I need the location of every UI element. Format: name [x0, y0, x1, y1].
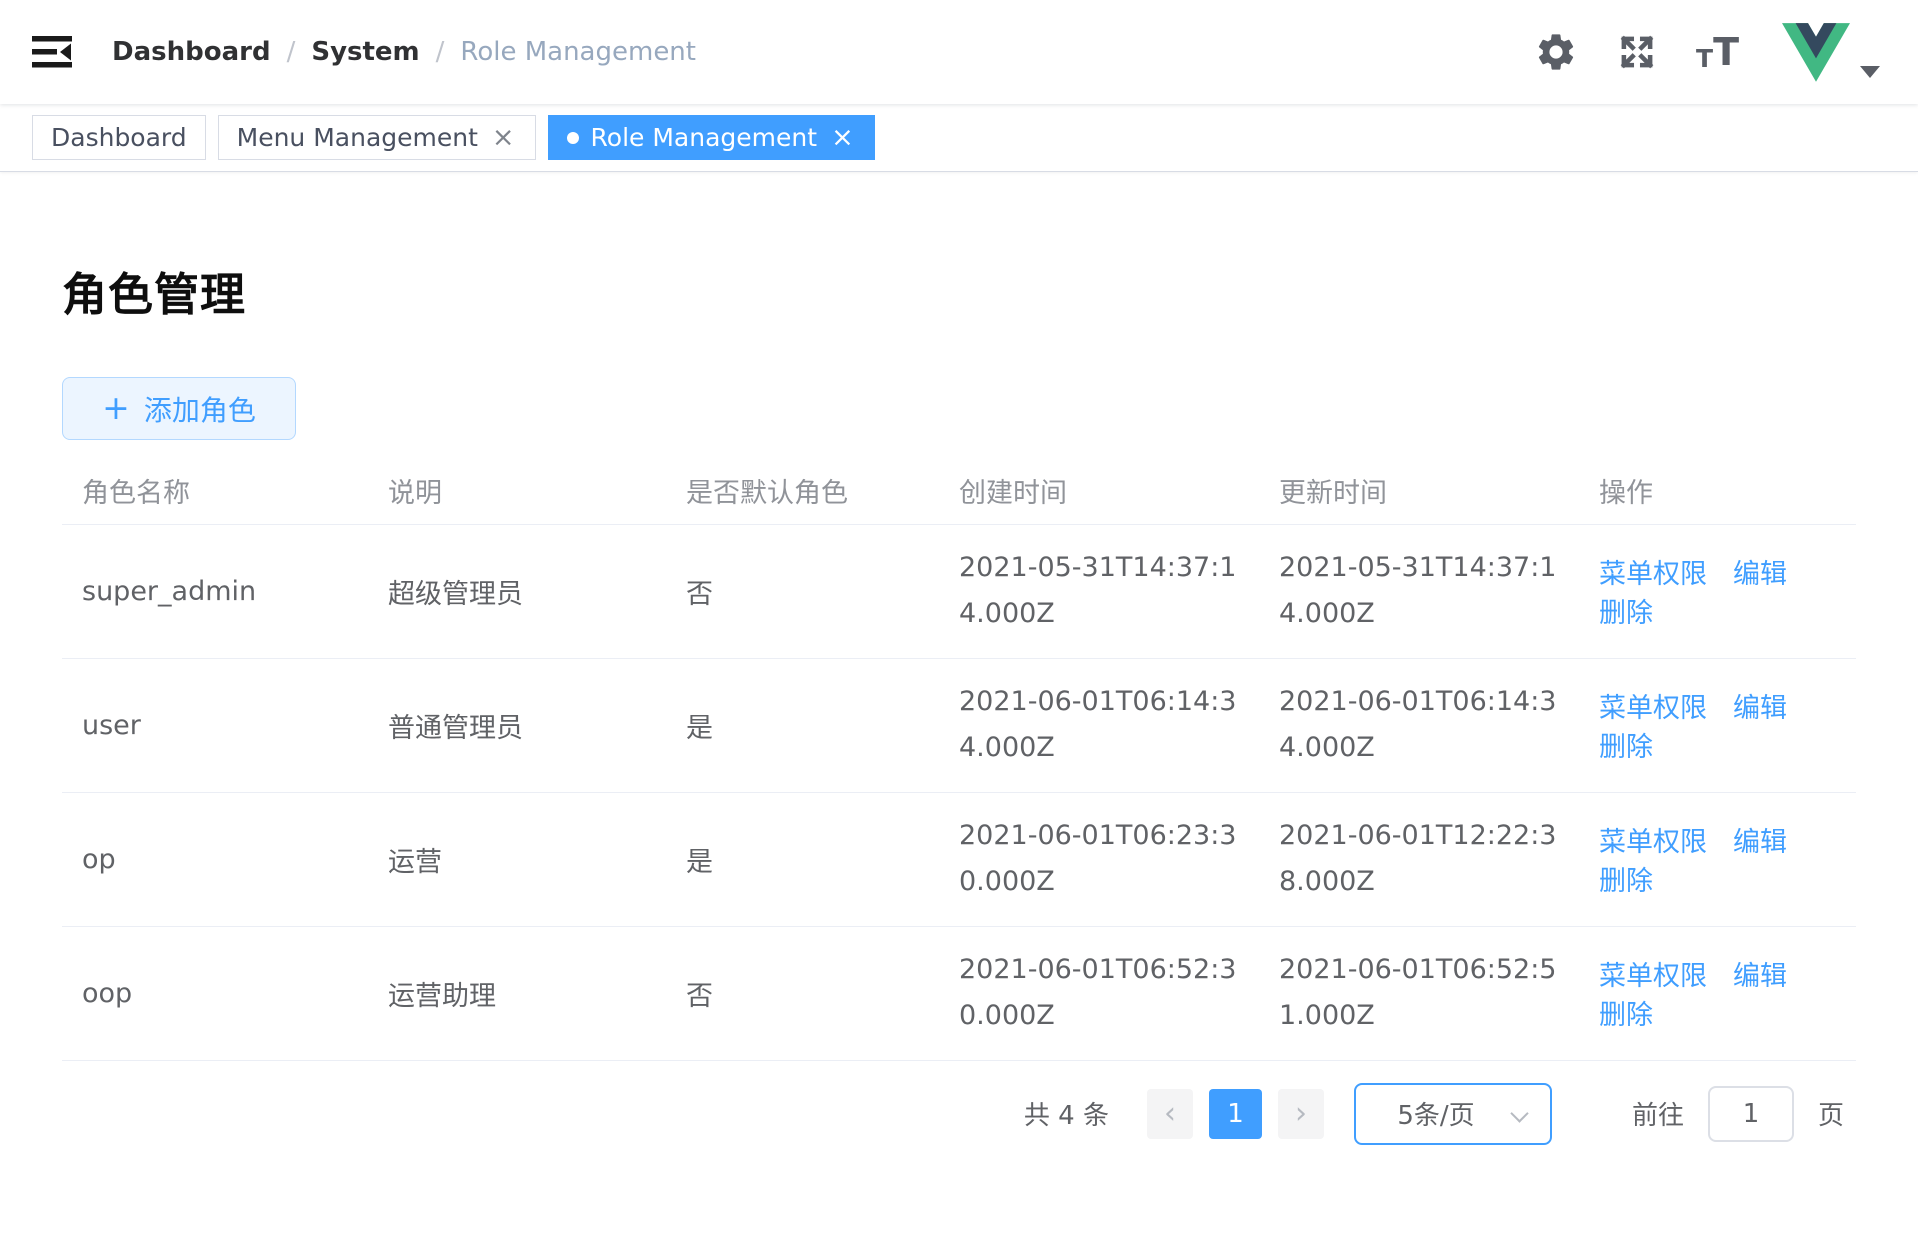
table-row: super_admin 超级管理员否 2021-05-31T14:37:14.000…: [62, 524, 1856, 659]
cell-is-default: 否: [666, 524, 939, 659]
table-row: oop 运营助理否 2021-06-01T06:52:30.000Z 2021-06-…: [62, 926, 1856, 1061]
tags-view: Dashboard Menu Management × Role Management…: [0, 104, 1918, 172]
cell-updated-at: 2021-05-31T14:37:14.000Z: [1259, 524, 1579, 659]
action-link-菜单权限[interactable]: 菜单权限: [1599, 693, 1707, 724]
action-link-删除[interactable]: 删除: [1599, 866, 1653, 897]
breadcrumb: Dashboard / System / Role Management: [112, 37, 696, 67]
cell-created-at: 2021-05-31T14:37:14.000Z: [939, 524, 1259, 659]
breadcrumb-item-system[interactable]: System: [311, 37, 419, 67]
column-header-角色名称: 角色名称: [62, 458, 368, 525]
page-size-value: 5条/页: [1397, 1101, 1475, 1131]
page-number-button[interactable]: 1: [1208, 1088, 1262, 1139]
vue-logo: [1782, 22, 1850, 82]
column-header-更新时间: 更新时间: [1259, 458, 1579, 525]
font-size-button[interactable]: TT: [1696, 33, 1739, 71]
cell-updated-at: 2021-06-01T06:14:34.000Z: [1259, 658, 1579, 793]
active-tab-dot: [566, 131, 579, 144]
hamburger-button[interactable]: [0, 32, 100, 72]
pagination-total: 共 4 条: [1023, 1101, 1109, 1131]
settings-button[interactable]: [1534, 30, 1578, 74]
caret-down-icon: [1860, 65, 1880, 78]
chevron-right-icon: ›: [1294, 1096, 1307, 1131]
cell-name: op: [62, 792, 368, 927]
page-title: 角色管理: [62, 268, 247, 321]
tab-label: Menu Management: [236, 123, 478, 152]
avatar-menu[interactable]: [1782, 22, 1880, 82]
action-link-删除[interactable]: 删除: [1599, 732, 1653, 763]
breadcrumb-separator: /: [435, 37, 445, 67]
cell-is-default: 是: [666, 658, 939, 793]
tab-label: Role Management: [590, 123, 818, 152]
font-size-icon: TT: [1696, 30, 1739, 74]
chevron-left-icon: ‹: [1163, 1096, 1176, 1131]
cell-desc: 运营: [368, 792, 666, 927]
breadcrumb-item-dashboard[interactable]: Dashboard: [112, 37, 271, 67]
cell-actions: 菜单权限 编辑删除: [1579, 792, 1856, 927]
breadcrumb-separator: /: [286, 37, 296, 67]
next-page-button[interactable]: ›: [1277, 1088, 1324, 1139]
column-header-操作: 操作: [1579, 458, 1856, 525]
cell-name: user: [62, 658, 368, 793]
cell-name: oop: [62, 926, 368, 1061]
action-link-删除[interactable]: 删除: [1599, 598, 1653, 629]
page-size-select[interactable]: 5条/页: [1353, 1082, 1552, 1145]
cell-actions: 菜单权限 编辑删除: [1579, 524, 1856, 659]
gear-icon: [1538, 34, 1574, 70]
prev-page-button[interactable]: ‹: [1146, 1088, 1193, 1139]
cell-is-default: 否: [666, 926, 939, 1061]
cell-desc: 超级管理员: [368, 524, 666, 659]
table-row: op 运营是 2021-06-01T06:23:30.000Z 2021-06-01T…: [62, 792, 1856, 927]
tab-dashboard[interactable]: Dashboard: [32, 115, 206, 160]
roles-table: 角色名称 说明 是否默认角色 创建时间 更新时间 操作 super_admin 超级管理员否…: [62, 458, 1856, 1061]
cell-updated-at: 2021-06-01T12:22:38.000Z: [1259, 792, 1579, 927]
tab-menu-management[interactable]: Menu Management ×: [217, 115, 536, 160]
goto-page-input[interactable]: [1707, 1085, 1794, 1142]
cell-desc: 普通管理员: [368, 658, 666, 793]
fullscreen-icon: [1620, 35, 1654, 69]
action-link-编辑[interactable]: 编辑: [1733, 961, 1787, 992]
action-link-编辑[interactable]: 编辑: [1733, 693, 1787, 724]
cell-created-at: 2021-06-01T06:52:30.000Z: [939, 926, 1259, 1061]
close-icon[interactable]: ×: [490, 124, 517, 151]
cell-actions: 菜单权限 编辑删除: [1579, 658, 1856, 793]
main-content: 角色管理 + 添加角色 角色名称 说明 是否默认角色 创建时间 更新时间 操作 super…: [0, 258, 1918, 1145]
cell-is-default: 是: [666, 792, 939, 927]
cell-updated-at: 2021-06-01T06:52:51.000Z: [1259, 926, 1579, 1061]
chevron-down-icon: [1510, 1103, 1529, 1123]
add-role-label: 添加角色: [143, 393, 256, 427]
plus-icon: +: [102, 387, 130, 427]
column-header-是否默认角色: 是否默认角色: [666, 458, 939, 525]
breadcrumb-item-role-management: Role Management: [460, 37, 696, 67]
fullscreen-button[interactable]: [1616, 31, 1658, 73]
cell-actions: 菜单权限 编辑删除: [1579, 926, 1856, 1061]
close-icon[interactable]: ×: [829, 124, 856, 151]
goto-label: 前往: [1631, 1101, 1684, 1131]
page-unit-label: 页: [1817, 1101, 1844, 1131]
action-link-菜单权限[interactable]: 菜单权限: [1599, 827, 1707, 858]
navbar: Dashboard / System / Role Management TT: [0, 0, 1918, 104]
action-link-删除[interactable]: 删除: [1599, 1000, 1653, 1031]
tab-role-management[interactable]: Role Management ×: [547, 115, 875, 160]
table-row: user 普通管理员是 2021-06-01T06:14:34.000Z 2021-0…: [62, 658, 1856, 793]
table-header-row: 角色名称 说明 是否默认角色 创建时间 更新时间 操作: [62, 458, 1856, 525]
add-role-button[interactable]: + 添加角色: [62, 377, 296, 440]
tab-label: Dashboard: [51, 123, 187, 152]
navbar-right-menu: TT: [1515, 22, 1918, 82]
cell-name: super_admin: [62, 524, 368, 659]
cell-created-at: 2021-06-01T06:23:30.000Z: [939, 792, 1259, 927]
cell-created-at: 2021-06-01T06:14:34.000Z: [939, 658, 1259, 793]
column-header-说明: 说明: [368, 458, 666, 525]
action-link-编辑[interactable]: 编辑: [1733, 559, 1787, 590]
cell-desc: 运营助理: [368, 926, 666, 1061]
action-link-编辑[interactable]: 编辑: [1733, 827, 1787, 858]
action-link-菜单权限[interactable]: 菜单权限: [1599, 559, 1707, 590]
pagination: 共 4 条 ‹ 1 › 5条/页 前往 页: [62, 1082, 1856, 1145]
action-link-菜单权限[interactable]: 菜单权限: [1599, 961, 1707, 992]
column-header-创建时间: 创建时间: [939, 458, 1259, 525]
hamburger-icon: [32, 36, 72, 68]
